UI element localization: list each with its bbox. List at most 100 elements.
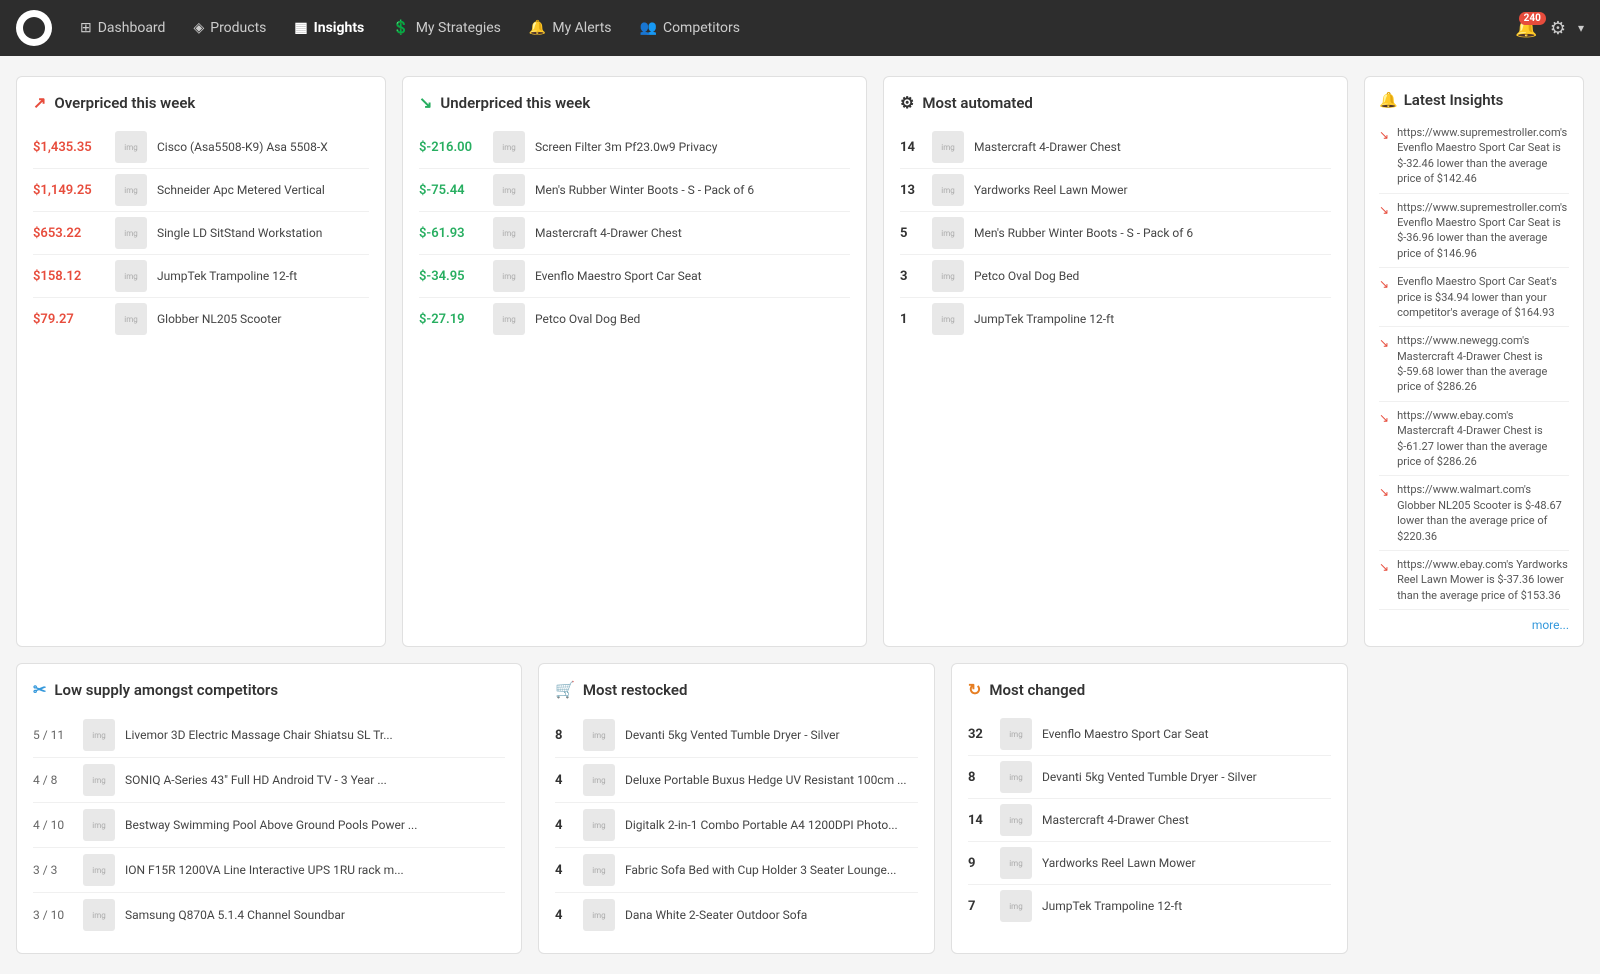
- overpriced-item[interactable]: $79.27 img Globber NL205 Scooter: [33, 298, 369, 340]
- automated-item[interactable]: 3 img Petco Oval Dog Bed: [900, 255, 1331, 298]
- nav-products[interactable]: ◈ Products: [181, 14, 278, 42]
- row-2: ✂ Low supply amongst competitors 5 / 11 …: [16, 663, 1584, 954]
- trend-down-icon: ↘: [419, 93, 432, 112]
- product-image: img: [493, 303, 525, 335]
- most-restocked-card: 🛒 Most restocked 8 img Devanti 5kg Vente…: [538, 663, 935, 954]
- most-automated-card: ⚙ Most automated 14 img Mastercraft 4-Dr…: [883, 76, 1348, 647]
- insight-item[interactable]: ↘ https://www.ebay.com's Yardworks Reel …: [1379, 551, 1569, 610]
- latest-insights-card: 🔔 Latest Insights ↘ https://www.supremes…: [1364, 76, 1584, 647]
- alerts-icon: 🔔: [529, 20, 546, 36]
- restock-item[interactable]: 8 img Devanti 5kg Vented Tumble Dryer - …: [555, 713, 918, 758]
- product-image: img: [493, 131, 525, 163]
- product-image: img: [115, 303, 147, 335]
- restock-item[interactable]: 4 img Digitalk 2-in-1 Combo Portable A4 …: [555, 803, 918, 848]
- automated-item[interactable]: 14 img Mastercraft 4-Drawer Chest: [900, 126, 1331, 169]
- insight-item[interactable]: ↘ https://www.newegg.com's Mastercraft 4…: [1379, 327, 1569, 402]
- most-automated-title: ⚙ Most automated: [900, 93, 1331, 112]
- product-image: img: [83, 899, 115, 931]
- product-image: img: [1000, 761, 1032, 793]
- product-image: img: [83, 764, 115, 796]
- logo[interactable]: [16, 10, 52, 46]
- product-image: img: [1000, 718, 1032, 750]
- changed-item[interactable]: 7 img JumpTek Trampoline 12-ft: [968, 885, 1331, 927]
- navbar: ⊞ Dashboard ◈ Products ▦ Insights 💲 My S…: [0, 0, 1600, 56]
- product-image: img: [932, 217, 964, 249]
- insight-item[interactable]: ↘ https://www.supremestroller.com's Even…: [1379, 194, 1569, 269]
- product-image: img: [583, 854, 615, 886]
- automated-item[interactable]: 5 img Men's Rubber Winter Boots - S - Pa…: [900, 212, 1331, 255]
- notifications-bell[interactable]: 🔔 240: [1515, 18, 1537, 39]
- trend-up-icon: ↗: [33, 93, 46, 112]
- insights-icon: ▦: [294, 20, 307, 36]
- low-supply-card: ✂ Low supply amongst competitors 5 / 11 …: [16, 663, 522, 954]
- restock-icon: 🛒: [555, 680, 575, 699]
- nav-my-strategies[interactable]: 💲 My Strategies: [380, 14, 513, 42]
- product-image: img: [932, 131, 964, 163]
- arrow-down-icon: ↘: [1379, 276, 1389, 320]
- overpriced-card: ↗ Overpriced this week $1,435.35 img Cis…: [16, 76, 386, 647]
- gear-icon: ⚙: [900, 93, 914, 112]
- insight-item[interactable]: ↘ https://www.walmart.com's Globber NL20…: [1379, 476, 1569, 551]
- row-1: ↗ Overpriced this week $1,435.35 img Cis…: [16, 76, 1584, 647]
- overpriced-item[interactable]: $158.12 img JumpTek Trampoline 12-ft: [33, 255, 369, 298]
- most-changed-title: ↻ Most changed: [968, 680, 1331, 699]
- arrow-down-icon: ↘: [1379, 335, 1389, 395]
- restock-item[interactable]: 4 img Fabric Sofa Bed with Cup Holder 3 …: [555, 848, 918, 893]
- most-restocked-title: 🛒 Most restocked: [555, 680, 918, 699]
- nav-dashboard[interactable]: ⊞ Dashboard: [68, 14, 177, 42]
- product-image: img: [1000, 890, 1032, 922]
- product-image: img: [83, 719, 115, 751]
- product-image: img: [83, 809, 115, 841]
- product-image: img: [932, 174, 964, 206]
- competitors-icon: 👥: [640, 20, 657, 36]
- product-image: img: [583, 809, 615, 841]
- product-image: img: [583, 719, 615, 751]
- underpriced-item[interactable]: $-61.93 img Mastercraft 4-Drawer Chest: [419, 212, 850, 255]
- insight-item[interactable]: ↘ https://www.ebay.com's Mastercraft 4-D…: [1379, 402, 1569, 477]
- nav-insights[interactable]: ▦ Insights: [282, 14, 376, 42]
- bell-icon-insights: 🔔: [1379, 91, 1398, 109]
- product-image: img: [115, 217, 147, 249]
- product-image: img: [115, 131, 147, 163]
- overpriced-item[interactable]: $1,149.25 img Schneider Apc Metered Vert…: [33, 169, 369, 212]
- overpriced-item[interactable]: $653.22 img Single LD SitStand Workstati…: [33, 212, 369, 255]
- restock-item[interactable]: 4 img Deluxe Portable Buxus Hedge UV Res…: [555, 758, 918, 803]
- product-image: img: [1000, 847, 1032, 879]
- changed-item[interactable]: 9 img Yardworks Reel Lawn Mower: [968, 842, 1331, 885]
- supply-item[interactable]: 4 / 8 img SONIQ A-Series 43" Full HD And…: [33, 758, 505, 803]
- arrow-down-icon: ↘: [1379, 202, 1389, 262]
- supply-icon: ✂: [33, 680, 46, 699]
- spacer: [1364, 663, 1584, 954]
- supply-item[interactable]: 3 / 3 img ION F15R 1200VA Line Interacti…: [33, 848, 505, 893]
- nav-competitors[interactable]: 👥 Competitors: [628, 14, 752, 42]
- underpriced-item[interactable]: $-75.44 img Men's Rubber Winter Boots - …: [419, 169, 850, 212]
- supply-item[interactable]: 5 / 11 img Livemor 3D Electric Massage C…: [33, 713, 505, 758]
- strategies-icon: 💲: [392, 20, 409, 36]
- changed-item[interactable]: 32 img Evenflo Maestro Sport Car Seat: [968, 713, 1331, 756]
- underpriced-item[interactable]: $-27.19 img Petco Oval Dog Bed: [419, 298, 850, 340]
- settings-gear-icon[interactable]: ⚙: [1546, 14, 1570, 43]
- low-supply-title: ✂ Low supply amongst competitors: [33, 680, 505, 699]
- dashboard-icon: ⊞: [80, 20, 92, 36]
- arrow-down-icon: ↘: [1379, 559, 1389, 603]
- insight-item[interactable]: ↘ https://www.supremestroller.com's Even…: [1379, 119, 1569, 194]
- product-image: img: [493, 174, 525, 206]
- insight-item[interactable]: ↘ Evenflo Maestro Sport Car Seat's price…: [1379, 268, 1569, 327]
- product-image: img: [493, 260, 525, 292]
- underpriced-item[interactable]: $-216.00 img Screen Filter 3m Pf23.0w9 P…: [419, 126, 850, 169]
- nav-my-alerts[interactable]: 🔔 My Alerts: [517, 14, 624, 42]
- arrow-down-icon: ↘: [1379, 410, 1389, 470]
- automated-item[interactable]: 13 img Yardworks Reel Lawn Mower: [900, 169, 1331, 212]
- underpriced-item[interactable]: $-34.95 img Evenflo Maestro Sport Car Se…: [419, 255, 850, 298]
- supply-item[interactable]: 4 / 10 img Bestway Swimming Pool Above G…: [33, 803, 505, 848]
- arrow-down-icon: ↘: [1379, 484, 1389, 544]
- arrow-down-icon: ↘: [1379, 127, 1389, 187]
- changed-item[interactable]: 14 img Mastercraft 4-Drawer Chest: [968, 799, 1331, 842]
- changed-item[interactable]: 8 img Devanti 5kg Vented Tumble Dryer - …: [968, 756, 1331, 799]
- latest-insights-title: 🔔 Latest Insights: [1379, 91, 1569, 109]
- more-link[interactable]: more...: [1379, 618, 1569, 632]
- products-icon: ◈: [193, 20, 204, 36]
- profile-caret-icon[interactable]: ▾: [1578, 21, 1584, 35]
- automated-item[interactable]: 1 img JumpTek Trampoline 12-ft: [900, 298, 1331, 340]
- overpriced-item[interactable]: $1,435.35 img Cisco (Asa5508-K9) Asa 550…: [33, 126, 369, 169]
